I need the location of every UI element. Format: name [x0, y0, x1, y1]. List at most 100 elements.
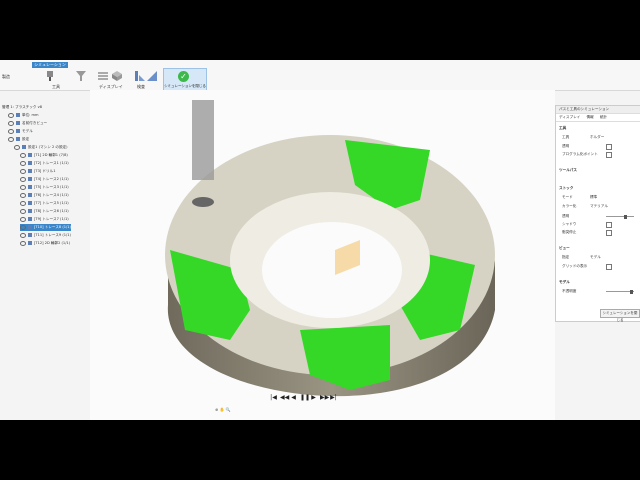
browser-tree-item[interactable]: [T10] トレース8 (1/1): [20, 224, 71, 231]
color-dropdown[interactable]: マテリアル: [590, 204, 608, 209]
browser-tree-item[interactable]: 名前付きビュー: [8, 120, 47, 127]
close-simulation-panel-button[interactable]: シミュレーションを閉じる: [600, 309, 640, 322]
tree-item-label: [T4] トレース2 (1/1): [34, 177, 69, 181]
section-toolpath[interactable]: ツールパス: [559, 168, 577, 173]
tab-info[interactable]: 情報: [586, 114, 593, 121]
tree-item-label: [T8] トレース6 (1/1): [34, 209, 69, 213]
mode-dropdown[interactable]: 標準: [590, 195, 597, 200]
browser-tree-item[interactable]: [T6] トレース4 (1/1): [20, 192, 69, 199]
cutter-tool: [192, 100, 214, 180]
section-tool[interactable]: 工具: [559, 126, 566, 131]
browser-tree-item[interactable]: 設定1 (マシン 2 の設定): [14, 144, 68, 151]
browser-tree: 管理 1: プラスチック v8 単位: mm 名前付きビュー モデル設定設定1 (マ…: [0, 92, 90, 318]
main-toolbar: 製造 シミュレーション 工具 ディスプレイ 検査 ✓ シミュレーションを閉じる: [0, 60, 640, 92]
3d-viewport[interactable]: [90, 90, 555, 420]
tool-menu-label[interactable]: 工具: [52, 84, 60, 90]
eye-icon[interactable]: [20, 152, 26, 158]
eye-icon[interactable]: [20, 240, 26, 246]
tool-dropdown[interactable]: ホルダー: [590, 135, 604, 140]
eye-icon[interactable]: [8, 136, 14, 142]
tool-icon[interactable]: [44, 70, 56, 82]
playback-button[interactable]: ❚❚: [300, 394, 310, 401]
section-model[interactable]: モデル: [559, 280, 570, 285]
display-icon[interactable]: [97, 70, 109, 82]
browser-tree-item[interactable]: [T12] 2D 輪郭2 (1/1): [20, 240, 70, 247]
eye-icon[interactable]: [20, 232, 26, 238]
playback-button[interactable]: ▶|: [330, 394, 337, 401]
show-holder-checkbox[interactable]: [606, 152, 612, 158]
grid-checkbox[interactable]: [606, 264, 612, 270]
tree-item-label: [T6] トレース4 (1/1): [34, 193, 69, 197]
model-opacity-row: 不透明度: [562, 289, 638, 294]
browser-tree-item[interactable]: [T8] トレース6 (1/1): [20, 208, 69, 215]
tree-item-label: [T11] トレース9 (1/1): [34, 233, 71, 237]
measure-icon[interactable]: [146, 70, 158, 82]
close-simulation-button[interactable]: ✓ シミュレーションを閉じる: [163, 68, 207, 92]
browser-tree-item[interactable]: 単位: mm: [8, 112, 39, 119]
browser-tree-item[interactable]: [T7] トレース5 (1/1): [20, 200, 69, 207]
operation-icon: [28, 241, 32, 245]
tab-simulation[interactable]: シミュレーション: [32, 62, 68, 68]
tree-item-label: モデル: [22, 129, 33, 133]
orbit-icon[interactable]: ⊕: [215, 407, 218, 412]
operation-icon: [28, 169, 32, 173]
mode-row: モード 標準: [562, 195, 598, 200]
eye-icon[interactable]: [20, 160, 26, 166]
eye-icon[interactable]: [8, 120, 14, 126]
pan-icon[interactable]: ✋: [220, 407, 225, 412]
cutter-tip: [192, 197, 214, 207]
eye-icon[interactable]: [14, 144, 20, 150]
browser-tree-item[interactable]: [T3] ドリル1: [20, 168, 56, 175]
tree-item-label: 設定: [22, 137, 30, 141]
section-stock[interactable]: ストック: [559, 186, 573, 191]
eye-icon[interactable]: [20, 184, 26, 190]
operation-icon: [28, 161, 32, 165]
shadow-checkbox[interactable]: [606, 222, 612, 228]
cam-model-view: [165, 100, 495, 397]
model-opacity-slider[interactable]: [606, 289, 634, 294]
playback-button[interactable]: ▶: [310, 394, 317, 401]
eye-icon[interactable]: [20, 224, 26, 230]
browser-tree-item[interactable]: モデル: [8, 128, 33, 135]
browser-tree-item[interactable]: [T5] トレース3 (1/1): [20, 184, 69, 191]
operation-icon: [28, 153, 32, 157]
transparent-checkbox[interactable]: [606, 144, 612, 150]
panel-title: パスと工具のシミュレーション: [556, 106, 640, 114]
collision-checkbox[interactable]: [606, 230, 612, 236]
browser-tree-item[interactable]: [T1] 2D 輪郭1 (7/8): [20, 152, 68, 159]
zoom-icon[interactable]: 🔍: [226, 407, 231, 412]
browser-tree-item[interactable]: [T11] トレース9 (1/1): [20, 232, 71, 239]
eye-icon[interactable]: [20, 216, 26, 222]
playback-button[interactable]: ◀◀: [280, 394, 289, 401]
tree-item-label: [T1] 2D 輪郭1 (7/8): [34, 153, 68, 157]
browser-tree-item[interactable]: [T2] トレース1 (1/1): [20, 160, 69, 167]
playback-button[interactable]: ◀: [290, 394, 297, 401]
opacity-slider[interactable]: [606, 214, 634, 219]
show-holder-row: プログラム化ポイント: [562, 152, 638, 158]
browser-tree-item[interactable]: [T9] トレース7 (1/1): [20, 216, 69, 223]
eye-icon[interactable]: [8, 128, 14, 134]
browser-root[interactable]: 管理 1: プラスチック v8: [2, 104, 42, 111]
operation-icon: [28, 185, 32, 189]
transparent-row: 透明: [562, 144, 638, 150]
eye-icon[interactable]: [20, 192, 26, 198]
workspace-switcher[interactable]: 製造: [2, 74, 10, 80]
section-view[interactable]: ビュー: [559, 246, 570, 251]
stock-icon[interactable]: [111, 70, 123, 82]
checkmark-icon: ✓: [178, 71, 189, 82]
browser-tree-item[interactable]: [T4] トレース2 (1/1): [20, 176, 69, 183]
eye-icon[interactable]: [20, 200, 26, 206]
view-dropdown[interactable]: モデル: [590, 255, 601, 260]
tab-stats[interactable]: 統計: [600, 114, 607, 121]
playback-button[interactable]: ▶▶: [320, 394, 329, 401]
tab-display[interactable]: ディスプレイ: [559, 114, 580, 121]
playback-button[interactable]: |◀: [270, 394, 277, 401]
browser-tree-item[interactable]: 設定: [8, 136, 29, 143]
check-icon[interactable]: [134, 70, 146, 82]
tree-item-label: [T7] トレース5 (1/1): [34, 201, 69, 205]
eye-icon[interactable]: [20, 208, 26, 214]
eye-icon[interactable]: [20, 168, 26, 174]
eye-icon[interactable]: [8, 112, 14, 118]
eye-icon[interactable]: [20, 176, 26, 182]
funnel-icon[interactable]: [75, 70, 87, 82]
